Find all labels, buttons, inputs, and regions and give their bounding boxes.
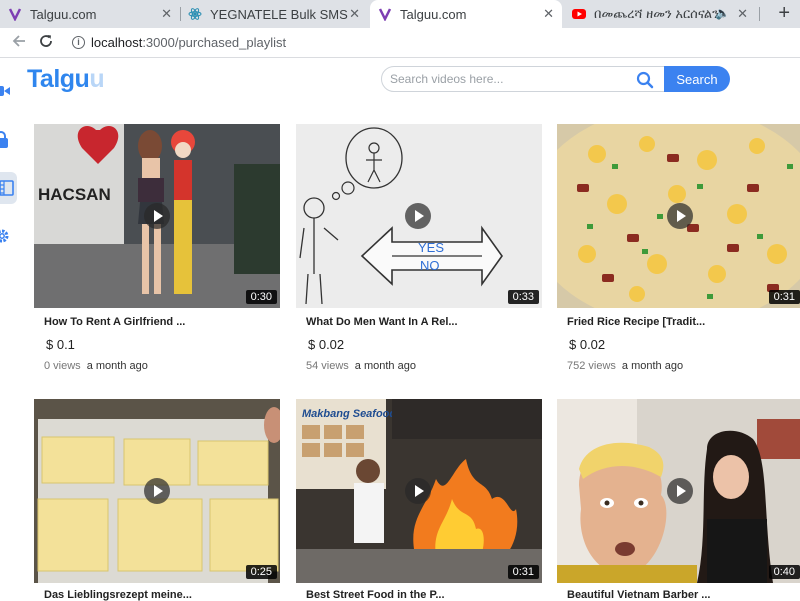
back-arrow-icon[interactable] [11, 33, 27, 54]
video-thumbnail[interactable]: Makbang Seafood 0:31 [296, 399, 542, 583]
page-favicon-icon [378, 7, 392, 21]
browser-tab-2[interactable]: YEGNATELE Bulk SMS & IV ✕ [180, 0, 368, 28]
duration-badge: 0:30 [245, 290, 277, 304]
talguu-logo[interactable]: Talguu [27, 65, 105, 94]
view-count: 752 views [567, 360, 616, 372]
video-price: $ 0.1 [46, 337, 75, 352]
tab-title: Talguu.com [30, 6, 97, 22]
browser-tab-1[interactable]: Talguu.com ✕ [0, 0, 180, 28]
video-price: $ 0.02 [308, 337, 345, 352]
close-icon[interactable]: ✕ [737, 6, 748, 22]
whiteboard-no-text: NO [420, 258, 440, 273]
search-button[interactable]: Search [664, 66, 730, 92]
video-meta: 54 views a month ago [306, 360, 416, 372]
sidebar-item-purchased-active[interactable] [0, 172, 17, 204]
search-bar [381, 66, 665, 92]
site-info-icon[interactable]: i [72, 36, 85, 49]
tab-title: YEGNATELE Bulk SMS & IV [210, 6, 350, 22]
upload-age: a month ago [621, 360, 684, 372]
video-meta: 752 views a month ago [567, 360, 683, 372]
video-thumbnail[interactable]: 0:40 [557, 399, 800, 583]
whiteboard-yes-text: YES [418, 240, 444, 255]
video-meta: 0 views a month ago [44, 360, 148, 372]
close-icon[interactable]: ✕ [161, 6, 172, 22]
video-title[interactable]: Fried Rice Recipe [Tradit... [567, 316, 705, 328]
video-title[interactable]: What Do Men Want In A Rel... [306, 316, 458, 328]
tab-divider [759, 7, 760, 21]
video-title[interactable]: How To Rent A Girlfriend ... [44, 316, 185, 328]
duration-badge: 0:40 [768, 565, 800, 579]
playlist-icon [0, 180, 14, 201]
speaker-icon[interactable]: 🔈 [715, 6, 730, 20]
video-title[interactable]: Beautiful Vietnam Barber ... [567, 589, 710, 601]
lock-icon[interactable] [0, 131, 10, 148]
video-thumbnail[interactable]: HACSAN 0:30 [34, 124, 280, 308]
search-icon[interactable] [636, 71, 654, 89]
video-card[interactable]: 0:25 Das Lieblingsrezept meine... [34, 399, 280, 601]
view-count: 0 views [44, 360, 81, 372]
url-path: :3000/purchased_playlist [142, 35, 287, 50]
sign-text: Makbang Seafood [302, 408, 396, 420]
video-card[interactable]: HACSAN 0:30 How To Rent A Girlfriend ...… [34, 124, 280, 378]
logo-text-tail: u [89, 65, 105, 93]
url-host: localhost [91, 35, 143, 50]
video-thumbnail[interactable]: YES NO 0:33 [296, 124, 542, 308]
close-icon[interactable]: ✕ [543, 6, 554, 22]
app-page: Talguu Search HACSAN [0, 58, 800, 601]
tab-title: በመጨረሻ ዘመን አርሰናልን ሁ [594, 6, 724, 21]
play-icon[interactable] [144, 478, 170, 504]
upload-age: a month ago [354, 360, 416, 372]
duration-badge: 0:31 [507, 565, 539, 579]
upload-age: a month ago [86, 360, 148, 372]
play-icon[interactable] [667, 203, 693, 229]
play-icon[interactable] [144, 203, 170, 229]
browser-toolbar: i localhost:3000/purchased_playlist [0, 28, 800, 58]
video-title[interactable]: Das Lieblingsrezept meine... [44, 589, 192, 601]
duration-badge: 0:25 [245, 565, 277, 579]
logo-text: Talgu [27, 65, 90, 93]
video-card[interactable]: Makbang Seafood 0:31 Best Street Food in… [296, 399, 542, 601]
browser-tab-4[interactable]: በመጨረሻ ዘመን አርሰናልን ሁ 🔈 ✕ [564, 0, 756, 28]
video-thumbnail[interactable]: 0:31 [557, 124, 800, 308]
play-icon[interactable] [405, 203, 431, 229]
tab-title: Talguu.com [400, 6, 467, 22]
browser-tab-3-active[interactable]: Talguu.com ✕ [370, 0, 562, 28]
duration-badge: 0:31 [768, 290, 800, 304]
search-input[interactable] [390, 70, 630, 88]
sign-text: HACSAN [38, 185, 111, 204]
react-icon [188, 7, 202, 21]
address-bar[interactable]: localhost:3000/purchased_playlist [91, 35, 286, 50]
gear-icon[interactable] [0, 228, 10, 244]
video-card[interactable]: YES NO 0:33 What Do Men Want In A Rel...… [296, 124, 542, 378]
new-tab-icon[interactable]: + [778, 2, 790, 25]
video-price: $ 0.02 [569, 337, 606, 352]
browser-tab-strip: Talguu.com ✕ YEGNATELE Bulk SMS & IV ✕ T… [0, 0, 800, 28]
video-camera-icon[interactable] [0, 83, 10, 99]
video-card[interactable]: 0:40 Beautiful Vietnam Barber ... [557, 399, 800, 601]
view-count: 54 views [306, 360, 349, 372]
duration-badge: 0:33 [507, 290, 539, 304]
play-icon[interactable] [667, 478, 693, 504]
close-icon[interactable]: ✕ [349, 6, 360, 22]
page-favicon-icon [8, 7, 22, 21]
video-card[interactable]: 0:31 Fried Rice Recipe [Tradit... $ 0.02… [557, 124, 800, 378]
youtube-icon [572, 7, 586, 21]
video-thumbnail[interactable]: 0:25 [34, 399, 280, 583]
video-title[interactable]: Best Street Food in the P... [306, 589, 445, 601]
reload-icon[interactable] [38, 33, 54, 54]
play-icon[interactable] [405, 478, 431, 504]
